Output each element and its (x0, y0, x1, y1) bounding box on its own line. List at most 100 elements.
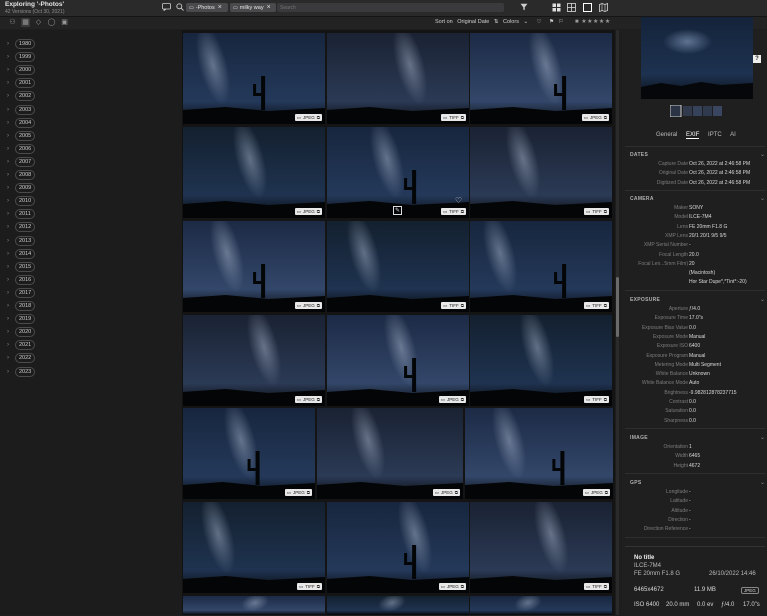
photo-thumbnail[interactable]: ▭ TIFF ⧉ (470, 502, 612, 593)
grid-small-icon[interactable] (566, 3, 576, 13)
photo-thumbnail[interactable]: ▭ JPEG ⧉ (317, 408, 463, 499)
filter-chip-milky-way[interactable]: ▭ milky way × (230, 3, 276, 12)
hierarchy-icon[interactable]: ⚇ (8, 18, 17, 27)
photo-thumbnail[interactable]: ▭ JPEG ⧉ (465, 408, 613, 499)
year-item[interactable]: › 2011 (7, 209, 35, 220)
search-input[interactable] (277, 3, 504, 12)
chevron-down-icon[interactable]: ⌄ (760, 151, 765, 158)
year-item[interactable]: › 2001 (7, 78, 36, 89)
year-item[interactable]: › 2012 (7, 222, 36, 233)
help-icon[interactable]: ? (753, 55, 761, 63)
comment-icon[interactable] (161, 3, 171, 13)
year-item[interactable]: › 2002 (7, 91, 36, 102)
person-icon[interactable]: ◯ (47, 18, 56, 27)
chevron-right-icon[interactable]: › (7, 41, 15, 47)
chevron-down-icon[interactable]: ⌄ (760, 434, 765, 441)
photo-thumbnail[interactable]: ▭ TIFF ⧉ (470, 221, 612, 312)
photo-thumbnail[interactable]: ▭ JPEG ⧉ (183, 33, 325, 124)
single-view-icon[interactable] (582, 3, 592, 13)
filter-icon[interactable] (519, 3, 529, 13)
year-item[interactable]: › 2021 (7, 340, 36, 351)
chevron-right-icon[interactable]: › (7, 211, 15, 217)
clear-rating-icon[interactable]: ■ (575, 19, 579, 25)
chevron-right-icon[interactable]: › (7, 251, 15, 257)
photo-thumbnail[interactable]: ▭ JPEG ⧉ (183, 408, 315, 499)
year-item[interactable]: › 2019 (7, 314, 36, 325)
year-item[interactable]: › 1980 (7, 39, 36, 49)
photo-thumbnail[interactable]: ▭ JPEG ⧉ (183, 221, 325, 312)
filter-chip-photos[interactable]: ▭ -Photos × (186, 3, 228, 12)
rating-filter[interactable]: ■ ★★★★★ (575, 18, 611, 25)
year-item[interactable]: › 2003 (7, 104, 36, 115)
sort-field-dropdown[interactable]: Original Date (457, 19, 489, 25)
chevron-right-icon[interactable]: › (7, 238, 15, 244)
year-item[interactable]: › 2023 (7, 366, 36, 377)
section-header-image[interactable]: IMAGE (630, 435, 648, 441)
year-item[interactable]: › 2004 (7, 117, 36, 128)
tab-ai[interactable]: AI (730, 132, 736, 138)
map-icon[interactable] (598, 2, 608, 13)
year-item[interactable]: › 2008 (7, 170, 36, 180)
heart-icon[interactable]: ♡ (455, 196, 462, 205)
filmstrip[interactable] (670, 105, 724, 117)
year-item[interactable]: › 2017 (7, 287, 36, 298)
chevron-right-icon[interactable]: › (7, 120, 15, 126)
chevron-down-icon[interactable]: ⌄ (760, 479, 765, 486)
chevron-right-icon[interactable]: › (7, 146, 15, 152)
chevron-right-icon[interactable]: › (7, 224, 15, 230)
section-header-dates[interactable]: DATES (630, 152, 648, 158)
chevron-down-icon[interactable]: ⌄ (760, 296, 765, 303)
year-item[interactable]: › 1999 (7, 52, 36, 63)
photo-thumbnail[interactable]: ▭ JPEG ⧉ (183, 127, 325, 218)
year-item[interactable]: › 2018 (7, 301, 36, 311)
reject-flag-icon[interactable]: ⚐ (559, 19, 564, 25)
chevron-right-icon[interactable]: › (7, 303, 15, 309)
chevron-right-icon[interactable]: › (7, 316, 15, 322)
photo-thumbnail[interactable] (470, 596, 612, 615)
photo-thumbnail[interactable]: ▭ TIFF ⧉ (327, 221, 469, 312)
year-item[interactable]: › 2005 (7, 130, 36, 141)
chevron-right-icon[interactable]: › (7, 355, 15, 361)
tab-iptc[interactable]: IPTC (708, 132, 722, 138)
chevron-right-icon[interactable]: › (7, 80, 15, 86)
year-item[interactable]: › 2006 (7, 143, 36, 154)
chevron-right-icon[interactable]: › (7, 185, 15, 191)
year-item[interactable]: › 2007 (7, 156, 36, 167)
chevron-right-icon[interactable]: › (7, 342, 15, 348)
photo-thumbnail[interactable]: ▭ TIFF ⧉ (183, 502, 325, 593)
chevron-right-icon[interactable]: › (7, 54, 15, 60)
chevron-right-icon[interactable]: › (7, 290, 15, 296)
sort-direction-icon[interactable]: ⇅ (494, 19, 499, 25)
chevron-right-icon[interactable]: › (7, 133, 15, 139)
edit-icon[interactable]: ✎ (393, 206, 402, 215)
year-item[interactable]: › 2009 (7, 183, 36, 194)
grid-scrollbar-thumb[interactable] (616, 277, 619, 337)
chevron-right-icon[interactable]: › (7, 277, 15, 283)
photo-thumbnail[interactable]: ▭ TIFF ⧉ (470, 315, 612, 406)
year-item[interactable]: › 2014 (7, 248, 36, 259)
chevron-right-icon[interactable]: › (7, 369, 15, 375)
year-item[interactable]: › 2010 (7, 196, 36, 207)
photo-thumbnail[interactable]: ▭ TIFF ⧉ (470, 127, 612, 218)
year-item[interactable]: › 2015 (7, 261, 36, 272)
chevron-down-icon[interactable]: ⌄ (760, 195, 765, 202)
chevron-right-icon[interactable]: › (7, 93, 15, 99)
search-icon[interactable] (175, 3, 185, 13)
calendar-icon[interactable]: ▦ (21, 18, 30, 27)
photo-thumbnail[interactable]: ▭ JPEG ⧉ (470, 33, 612, 124)
photo-thumbnail[interactable] (183, 596, 325, 615)
year-item[interactable]: › 2013 (7, 235, 36, 246)
flag-icon[interactable]: ⚑ (549, 19, 554, 25)
chevron-right-icon[interactable]: › (7, 172, 15, 178)
section-header-camera[interactable]: CAMERA (630, 196, 654, 202)
year-item[interactable]: › 2016 (7, 274, 36, 285)
close-icon[interactable]: × (267, 4, 271, 11)
colors-dropdown[interactable]: Colors (503, 19, 519, 25)
star-icon[interactable]: ★★★★★ (581, 19, 610, 25)
chevron-right-icon[interactable]: › (7, 264, 15, 270)
photo-thumbnail[interactable]: ▭ TIFF ⧉ (327, 33, 469, 124)
chevron-right-icon[interactable]: › (7, 67, 15, 73)
section-header-gps[interactable]: GPS (630, 480, 641, 486)
year-item[interactable]: › 2000 (7, 65, 36, 76)
close-icon[interactable]: × (218, 4, 222, 11)
